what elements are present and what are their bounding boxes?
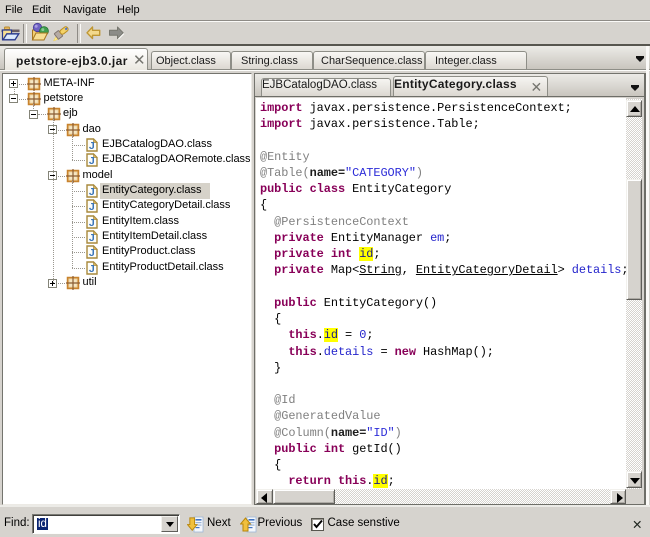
svg-text:J: J (88, 217, 94, 229)
svg-text:J: J (88, 232, 94, 244)
svg-text:J: J (88, 201, 94, 213)
svg-text:J: J (88, 186, 94, 198)
svg-text:J: J (88, 263, 94, 275)
svg-text:J: J (88, 140, 94, 152)
svg-text:J: J (88, 247, 94, 259)
svg-text:J: J (88, 155, 94, 167)
